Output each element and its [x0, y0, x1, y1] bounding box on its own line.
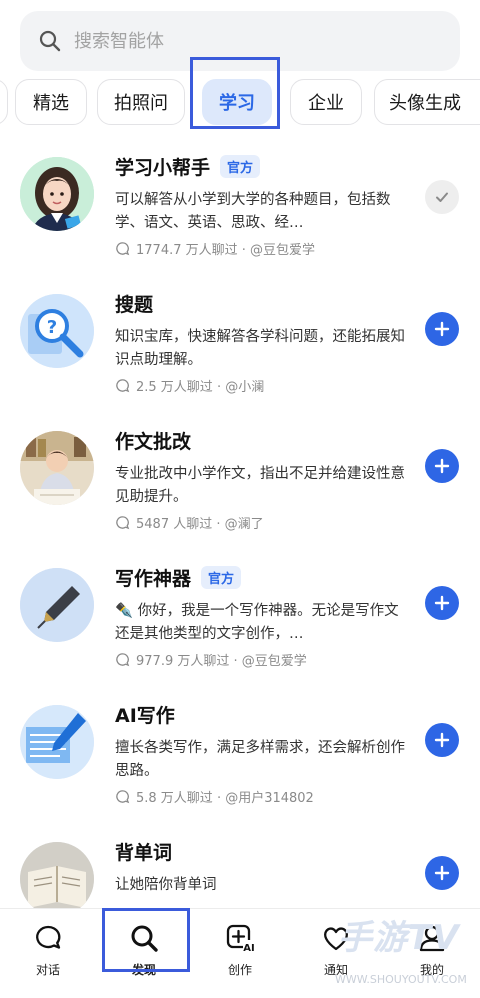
search-icon	[131, 925, 158, 952]
student-writing-avatar	[20, 431, 94, 505]
agent-card-search-question[interactable]: ? 搜题 知识宝库，快速解答各学科问题，还能拓展知识点助理解。 2.5 万人聊过…	[0, 280, 480, 417]
girl-avatar	[20, 157, 94, 231]
agent-stats: 5487 人聊过 · @澜了	[115, 513, 264, 532]
agent-stats: 2.5 万人聊过 · @小澜	[115, 376, 264, 395]
agent-stats: 5.8 万人聊过 · @用户314802	[115, 787, 314, 806]
agent-name-text: 写作神器	[115, 568, 192, 590]
svg-text:AI: AI	[243, 943, 254, 953]
agent-stats-text: 5.8 万人聊过 · @用户314802	[136, 791, 314, 806]
agent-card-learning-helper[interactable]: 学习小帮手 官方 可以解答从小学到大学的各种题目，包括数学、语文、英语、思政、经……	[0, 143, 480, 280]
fountain-pen-illustration	[20, 568, 94, 642]
student-writing-illustration	[20, 431, 94, 505]
search-icon	[39, 30, 61, 52]
chat-count-icon	[116, 516, 130, 530]
tab-label: 学习	[219, 93, 255, 114]
girl-avatar-illustration	[20, 157, 94, 231]
agent-name-text: 搜题	[115, 294, 154, 316]
agent-name-text: 背单词	[115, 842, 173, 864]
plus-icon	[434, 321, 450, 337]
plus-icon	[434, 865, 450, 881]
tab-label: 企业	[308, 93, 344, 114]
document-pen-avatar	[20, 705, 94, 779]
agent-stats-text: 2.5 万人聊过 · @小澜	[136, 380, 265, 395]
magnifier-question-avatar: ?	[20, 294, 94, 368]
fountain-pen-avatar	[20, 568, 94, 642]
search-input[interactable]	[72, 29, 436, 53]
agent-name-text: AI写作	[115, 705, 175, 727]
category-tabs: 精选 拍照问 学习 企业 头像生成	[0, 79, 480, 127]
agent-description: 可以解答从小学到大学的各种题目，包括数学、语文、英语、思政、经…	[115, 192, 391, 231]
nav-label: 创作	[227, 963, 252, 977]
plus-icon	[434, 595, 450, 611]
agent-description: 知识宝库，快速解答各学科问题，还能拓展知识点助理解。	[115, 329, 405, 368]
nav-create[interactable]: AI 创作	[192, 909, 288, 998]
tab-label: 精选	[33, 93, 69, 114]
agent-stats: 977.9 万人聊过 · @豆包爱学	[115, 650, 307, 669]
tab-avatar-gen[interactable]: 头像生成	[374, 79, 480, 125]
tab-label: 拍照问	[114, 93, 168, 114]
plus-icon	[434, 458, 450, 474]
agent-description: 擅长各类写作，满足多样需求，还会解析创作思路。	[115, 740, 405, 779]
agent-stats-text: 1774.7 万人聊过 · @豆包爱学	[136, 243, 316, 258]
add-agent-button[interactable]	[425, 856, 459, 890]
agent-stats-text: 5487 人聊过 · @澜了	[136, 517, 264, 532]
added-check-button[interactable]	[425, 180, 459, 214]
agent-name: 写作神器 官方	[115, 564, 242, 591]
agent-name-text: 作文批改	[115, 431, 192, 453]
chat-count-icon	[116, 242, 130, 256]
chat-count-icon	[116, 790, 130, 804]
agent-name: AI写作	[115, 701, 175, 728]
nav-profile[interactable]: 我的	[384, 909, 480, 998]
bottom-nav: 对话 发现 AI 创作 通知 我的	[0, 908, 480, 998]
agent-description: ✒️ 你好，我是一个写作神器。无论是写作文还是其他类型的文字创作，…	[115, 603, 399, 642]
agent-name: 背单词	[115, 838, 172, 865]
agent-name-text: 学习小帮手	[115, 157, 211, 179]
chat-count-icon	[116, 653, 130, 667]
nav-label: 我的	[419, 963, 444, 977]
add-agent-button[interactable]	[425, 586, 459, 620]
agent-stats: 1774.7 万人聊过 · @豆包爱学	[115, 239, 315, 258]
nav-label: 通知	[323, 963, 348, 977]
add-agent-button[interactable]	[425, 312, 459, 346]
book-illustration	[20, 842, 94, 916]
tab-photo-ask[interactable]: 拍照问	[97, 79, 185, 125]
nav-chat[interactable]: 对话	[0, 909, 96, 998]
document-pen-illustration	[20, 705, 94, 779]
agent-card-ai-writing[interactable]: AI写作 擅长各类写作，满足多样需求，还会解析创作思路。 5.8 万人聊过 · …	[0, 691, 480, 828]
nav-label: 对话	[35, 963, 60, 977]
chat-count-icon	[116, 379, 130, 393]
plus-icon	[434, 732, 450, 748]
person-icon	[419, 925, 445, 952]
agent-card-writing-tool[interactable]: 写作神器 官方 ✒️ 你好，我是一个写作神器。无论是写作文还是其他类型的文字创作，…	[0, 554, 480, 691]
agent-description: 让她陪你背单词	[115, 877, 217, 893]
chat-bubble-icon	[36, 925, 61, 949]
nav-label: 发现	[131, 963, 156, 977]
agent-stats-text: 977.9 万人聊过 · @豆包爱学	[136, 654, 307, 669]
magnifier-question-illustration: ?	[20, 294, 94, 368]
nav-discover[interactable]: 发现	[96, 909, 192, 998]
svg-text:?: ?	[47, 317, 57, 338]
add-agent-button[interactable]	[425, 449, 459, 483]
create-ai-icon: AI	[226, 924, 255, 953]
official-badge: 官方	[201, 566, 242, 589]
agent-card-essay-correction[interactable]: 作文批改 专业批改中小学作文，指出不足并给建设性意见助提升。 5487 人聊过 …	[0, 417, 480, 554]
search-bar[interactable]	[20, 11, 460, 71]
add-agent-button[interactable]	[425, 723, 459, 757]
tab-featured[interactable]: 精选	[15, 79, 87, 125]
book-avatar	[20, 842, 94, 916]
check-icon	[436, 192, 448, 202]
agent-description: 专业批改中小学作文，指出不足并给建设性意见助提升。	[115, 466, 405, 505]
agent-name: 作文批改	[115, 427, 191, 454]
nav-notifications[interactable]: 通知	[288, 909, 384, 998]
agent-name: 学习小帮手 官方	[115, 153, 261, 180]
heart-icon	[324, 927, 348, 951]
tab-enterprise[interactable]: 企业	[290, 79, 362, 125]
tab-study[interactable]: 学习	[202, 79, 272, 125]
agent-name: 搜题	[115, 290, 153, 317]
tab-hidden-partial[interactable]	[0, 79, 8, 125]
tab-label: 头像生成	[389, 93, 461, 114]
official-badge: 官方	[220, 155, 261, 178]
